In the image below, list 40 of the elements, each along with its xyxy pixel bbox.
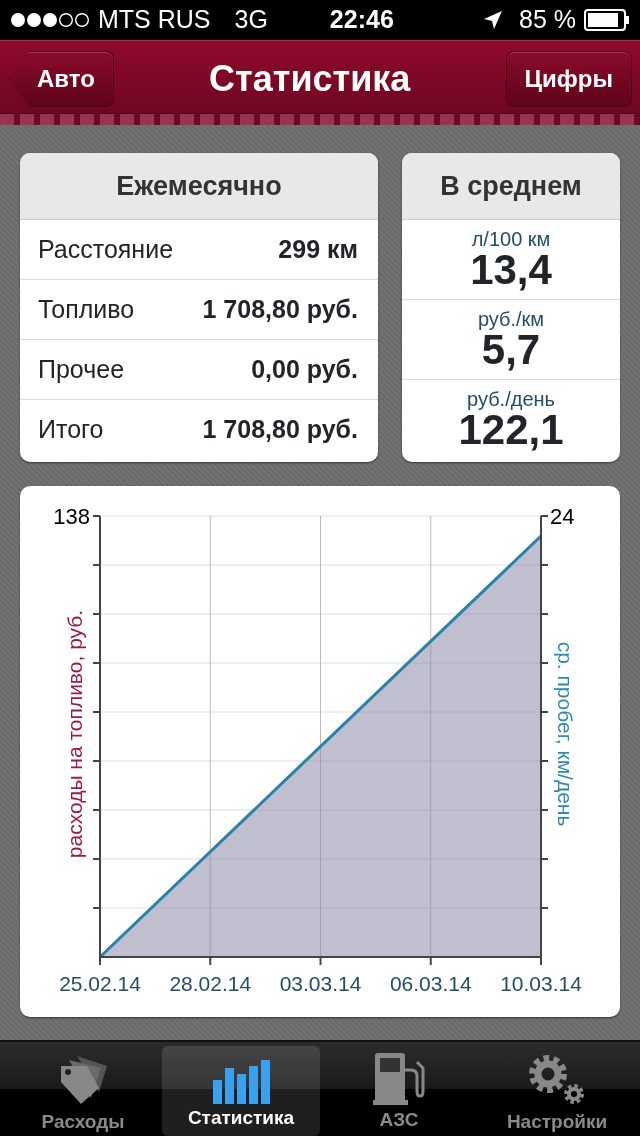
- clock-time: 22:46: [329, 4, 394, 36]
- row-value: 1 708,80 руб.: [202, 414, 358, 446]
- date-label: 28.02.14: [169, 972, 252, 995]
- tab-button[interactable]: Расходы: [4, 1046, 162, 1136]
- average-value: 13,4: [470, 248, 552, 291]
- bar-chart-icon: [211, 1059, 271, 1104]
- axis-title: ср. пробег, км/день: [554, 641, 577, 827]
- axis-title: расходы на топливо, руб.: [63, 609, 86, 859]
- battery-icon: [584, 9, 630, 31]
- panel-title: В среднем: [440, 169, 582, 203]
- tab-button[interactable]: Настройки: [478, 1046, 636, 1136]
- signal-icon: [10, 12, 90, 28]
- fuel-pump-icon: [371, 1052, 427, 1106]
- row-label: Топливо: [38, 293, 135, 325]
- battery-percent: 85 %: [519, 4, 576, 36]
- date-label: 03.03.14: [279, 972, 362, 995]
- back-button[interactable]: Авто: [8, 51, 114, 107]
- unit-label: руб./км: [477, 308, 545, 329]
- panel-title: Ежемесячно: [116, 169, 282, 203]
- row-value: 1 708,80 руб.: [202, 293, 358, 325]
- tab-button[interactable]: Статистика: [162, 1046, 320, 1136]
- date-label: 10.03.14: [500, 972, 582, 995]
- unit-label: руб./день: [467, 389, 555, 409]
- numbers-button[interactable]: Цифры: [505, 51, 632, 107]
- date-label: 06.03.14: [389, 972, 472, 995]
- row-label: Итого: [38, 414, 104, 446]
- unit-label: л/100 км: [471, 228, 551, 249]
- row-label: Прочее: [38, 353, 125, 385]
- axis-max-label: 24: [550, 504, 575, 529]
- average-value: 122,1: [458, 409, 564, 451]
- location-arrow-icon: [483, 10, 503, 30]
- screen-title: Статистика: [209, 57, 411, 101]
- carrier-name: MTS RUS: [98, 4, 211, 36]
- row-value: 299 км: [278, 233, 358, 265]
- network-type: 3G: [234, 4, 268, 36]
- date-label: 25.02.14: [59, 972, 141, 995]
- row-value: 0,00 руб.: [251, 353, 358, 385]
- row-label: Расстояние: [38, 233, 174, 265]
- tab-button[interactable]: АЗС: [320, 1046, 478, 1136]
- axis-max-label: 138: [53, 504, 90, 529]
